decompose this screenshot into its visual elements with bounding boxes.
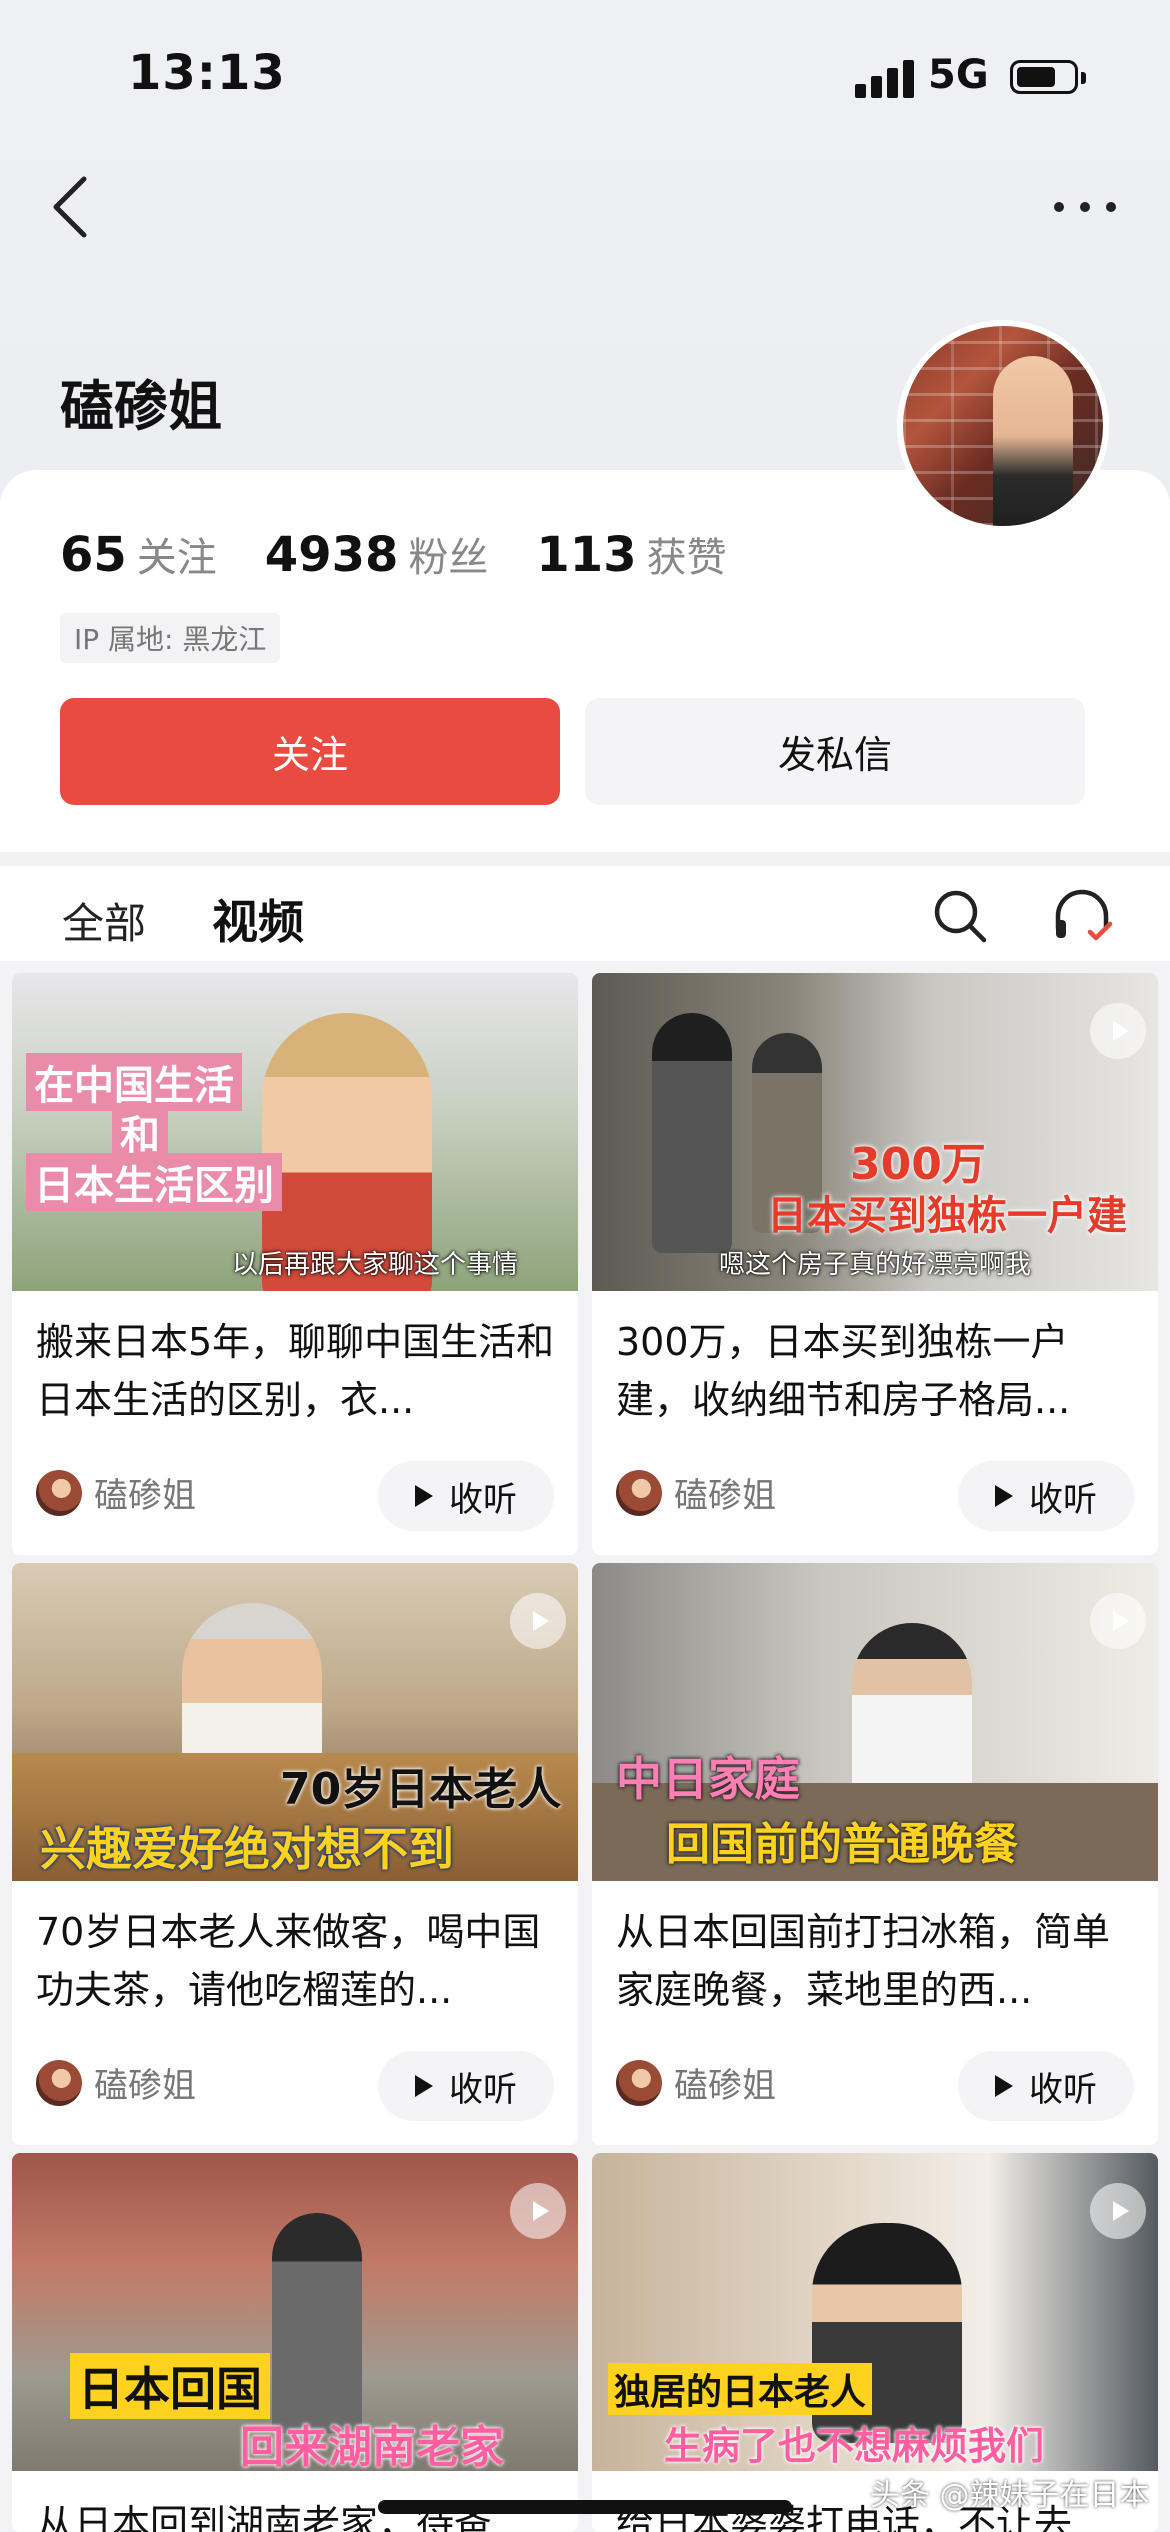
video-author[interactable]: 磕碜姐 bbox=[616, 1468, 776, 1517]
thumbnail-overlay-text: 生病了也不想麻烦我们 bbox=[664, 2424, 1045, 2468]
play-icon bbox=[1090, 1593, 1146, 1649]
author-name: 磕碜姐 bbox=[94, 1476, 196, 1516]
stat-followers-count: 4938 bbox=[264, 527, 399, 583]
play-icon bbox=[415, 2075, 433, 2097]
stat-likes-count: 113 bbox=[536, 527, 637, 583]
watermark: 头条 @辣妹子在日本 bbox=[870, 2478, 1150, 2513]
author-avatar bbox=[616, 2059, 662, 2106]
back-icon[interactable] bbox=[48, 175, 98, 239]
video-subtitle: 嗯这个房子真的好漂亮啊我 bbox=[718, 1250, 1031, 1280]
video-title[interactable]: 从日本回国前打扫冰箱，简单家庭晚餐，菜地里的西... bbox=[616, 1903, 1136, 2019]
play-icon bbox=[1090, 2183, 1146, 2239]
play-icon bbox=[510, 2183, 566, 2239]
thumbnail-overlay-text: 日本买到独栋一户建 bbox=[767, 1193, 1127, 1239]
listen-button[interactable]: 收听 bbox=[378, 1461, 554, 1531]
video-card[interactable]: 中日家庭 回国前的普通晚餐 从日本回国前打扫冰箱，简单家庭晚餐，菜地里的西...… bbox=[592, 1563, 1158, 2145]
follow-button[interactable]: 关注 bbox=[60, 698, 560, 805]
thumbnail-overlay-text: 中日家庭 bbox=[616, 1752, 800, 1806]
thumbnail-overlay-text: 回国前的普通晚餐 bbox=[666, 1819, 1018, 1870]
more-options-icon[interactable] bbox=[1050, 185, 1120, 225]
profile-avatar[interactable] bbox=[897, 320, 1109, 532]
tab-video[interactable]: 视频 bbox=[212, 886, 304, 952]
profile-name: 磕碜姐 bbox=[60, 375, 222, 438]
thumbnail-overlay-text: 日本生活区别 bbox=[26, 1153, 282, 1211]
home-indicator[interactable] bbox=[378, 2500, 792, 2514]
section-divider bbox=[0, 852, 1170, 866]
search-icon[interactable] bbox=[930, 886, 990, 946]
video-author[interactable]: 磕碜姐 bbox=[616, 2058, 776, 2107]
listen-label: 收听 bbox=[449, 1479, 517, 1520]
stat-following-label: 关注 bbox=[136, 535, 217, 581]
video-subtitle: 以后再跟大家聊这个事情 bbox=[231, 1250, 518, 1280]
play-icon bbox=[995, 1485, 1013, 1507]
play-icon bbox=[510, 1593, 566, 1649]
video-thumbnail: 日本回国 回来湖南老家 bbox=[12, 2153, 578, 2471]
listen-label: 收听 bbox=[1029, 1479, 1097, 1520]
video-thumbnail: 300万 日本买到独栋一户建 嗯这个房子真的好漂亮啊我 bbox=[592, 973, 1158, 1291]
video-thumbnail: 中日家庭 回国前的普通晚餐 bbox=[592, 1563, 1158, 1881]
video-title[interactable]: 300万，日本买到独栋一户建，收纳细节和房子格局... bbox=[616, 1313, 1136, 1429]
network-label: 5G bbox=[928, 52, 989, 98]
status-bar: 13:13 5G bbox=[0, 0, 1170, 150]
play-icon bbox=[415, 1485, 433, 1507]
stat-likes[interactable]: 113 获赞 bbox=[536, 525, 726, 583]
listen-label: 收听 bbox=[1029, 2069, 1097, 2110]
stat-followers[interactable]: 4938 粉丝 bbox=[265, 525, 489, 583]
video-author[interactable]: 磕碜姐 bbox=[36, 1468, 196, 1517]
headphones-icon[interactable] bbox=[1052, 886, 1116, 946]
stat-likes-label: 获赞 bbox=[646, 535, 727, 581]
video-title[interactable]: 搬来日本5年，聊聊中国生活和日本生活的区别，衣... bbox=[36, 1313, 556, 1429]
thumbnail-overlay-text: 日本回国 bbox=[70, 2353, 270, 2419]
video-card[interactable]: 70岁日本老人 兴趣爱好绝对想不到 70岁日本老人来做客，喝中国功夫茶，请他吃榴… bbox=[12, 1563, 578, 2145]
author-name: 磕碜姐 bbox=[674, 1476, 776, 1516]
video-title[interactable]: 70岁日本老人来做客，喝中国功夫茶，请他吃榴莲的... bbox=[36, 1903, 556, 2019]
author-avatar bbox=[36, 2059, 82, 2106]
thumbnail-overlay-text: 70岁日本老人 bbox=[280, 1764, 562, 1815]
profile-stats: 65 关注 4938 粉丝 113 获赞 bbox=[60, 525, 775, 583]
thumbnail-overlay-text: 回来湖南老家 bbox=[240, 2422, 504, 2471]
status-time: 13:13 bbox=[128, 45, 286, 101]
listen-label: 收听 bbox=[449, 2069, 517, 2110]
author-name: 磕碜姐 bbox=[674, 2066, 776, 2106]
content-tabs: 全部 视频 bbox=[0, 866, 1170, 961]
listen-button[interactable]: 收听 bbox=[958, 1461, 1134, 1531]
stat-following-count: 65 bbox=[60, 527, 127, 583]
tab-all[interactable]: 全部 bbox=[62, 890, 146, 951]
listen-button[interactable]: 收听 bbox=[378, 2051, 554, 2121]
thumbnail-overlay-text: 兴趣爱好绝对想不到 bbox=[40, 1822, 454, 1876]
play-icon bbox=[995, 2075, 1013, 2097]
video-thumbnail: 独居的日本老人 生病了也不想麻烦我们 bbox=[592, 2153, 1158, 2471]
signal-icon bbox=[855, 60, 915, 98]
message-button[interactable]: 发私信 bbox=[585, 698, 1085, 805]
battery-icon bbox=[1010, 60, 1086, 94]
author-avatar bbox=[616, 1469, 662, 1516]
thumbnail-overlay-text: 独居的日本老人 bbox=[608, 2363, 873, 2415]
video-thumbnail: 70岁日本老人 兴趣爱好绝对想不到 bbox=[12, 1563, 578, 1881]
listen-button[interactable]: 收听 bbox=[958, 2051, 1134, 2121]
video-card[interactable]: 日本回国 回来湖南老家 从日本回到湖南老家，待爸... bbox=[12, 2153, 578, 2532]
video-thumbnail: 在中国生活 和 日本生活区别 以后再跟大家聊这个事情 bbox=[12, 973, 578, 1291]
author-name: 磕碜姐 bbox=[94, 2066, 196, 2106]
stat-followers-label: 粉丝 bbox=[408, 535, 489, 581]
video-card[interactable]: 300万 日本买到独栋一户建 嗯这个房子真的好漂亮啊我 300万，日本买到独栋一… bbox=[592, 973, 1158, 1555]
video-author[interactable]: 磕碜姐 bbox=[36, 2058, 196, 2107]
play-icon bbox=[1090, 1003, 1146, 1059]
author-avatar bbox=[36, 1469, 82, 1516]
stat-following[interactable]: 65 关注 bbox=[60, 525, 217, 583]
ip-location-tag: IP 属地: 黑龙江 bbox=[60, 613, 281, 663]
video-card[interactable]: 在中国生活 和 日本生活区别 以后再跟大家聊这个事情 搬来日本5年，聊聊中国生活… bbox=[12, 973, 578, 1555]
